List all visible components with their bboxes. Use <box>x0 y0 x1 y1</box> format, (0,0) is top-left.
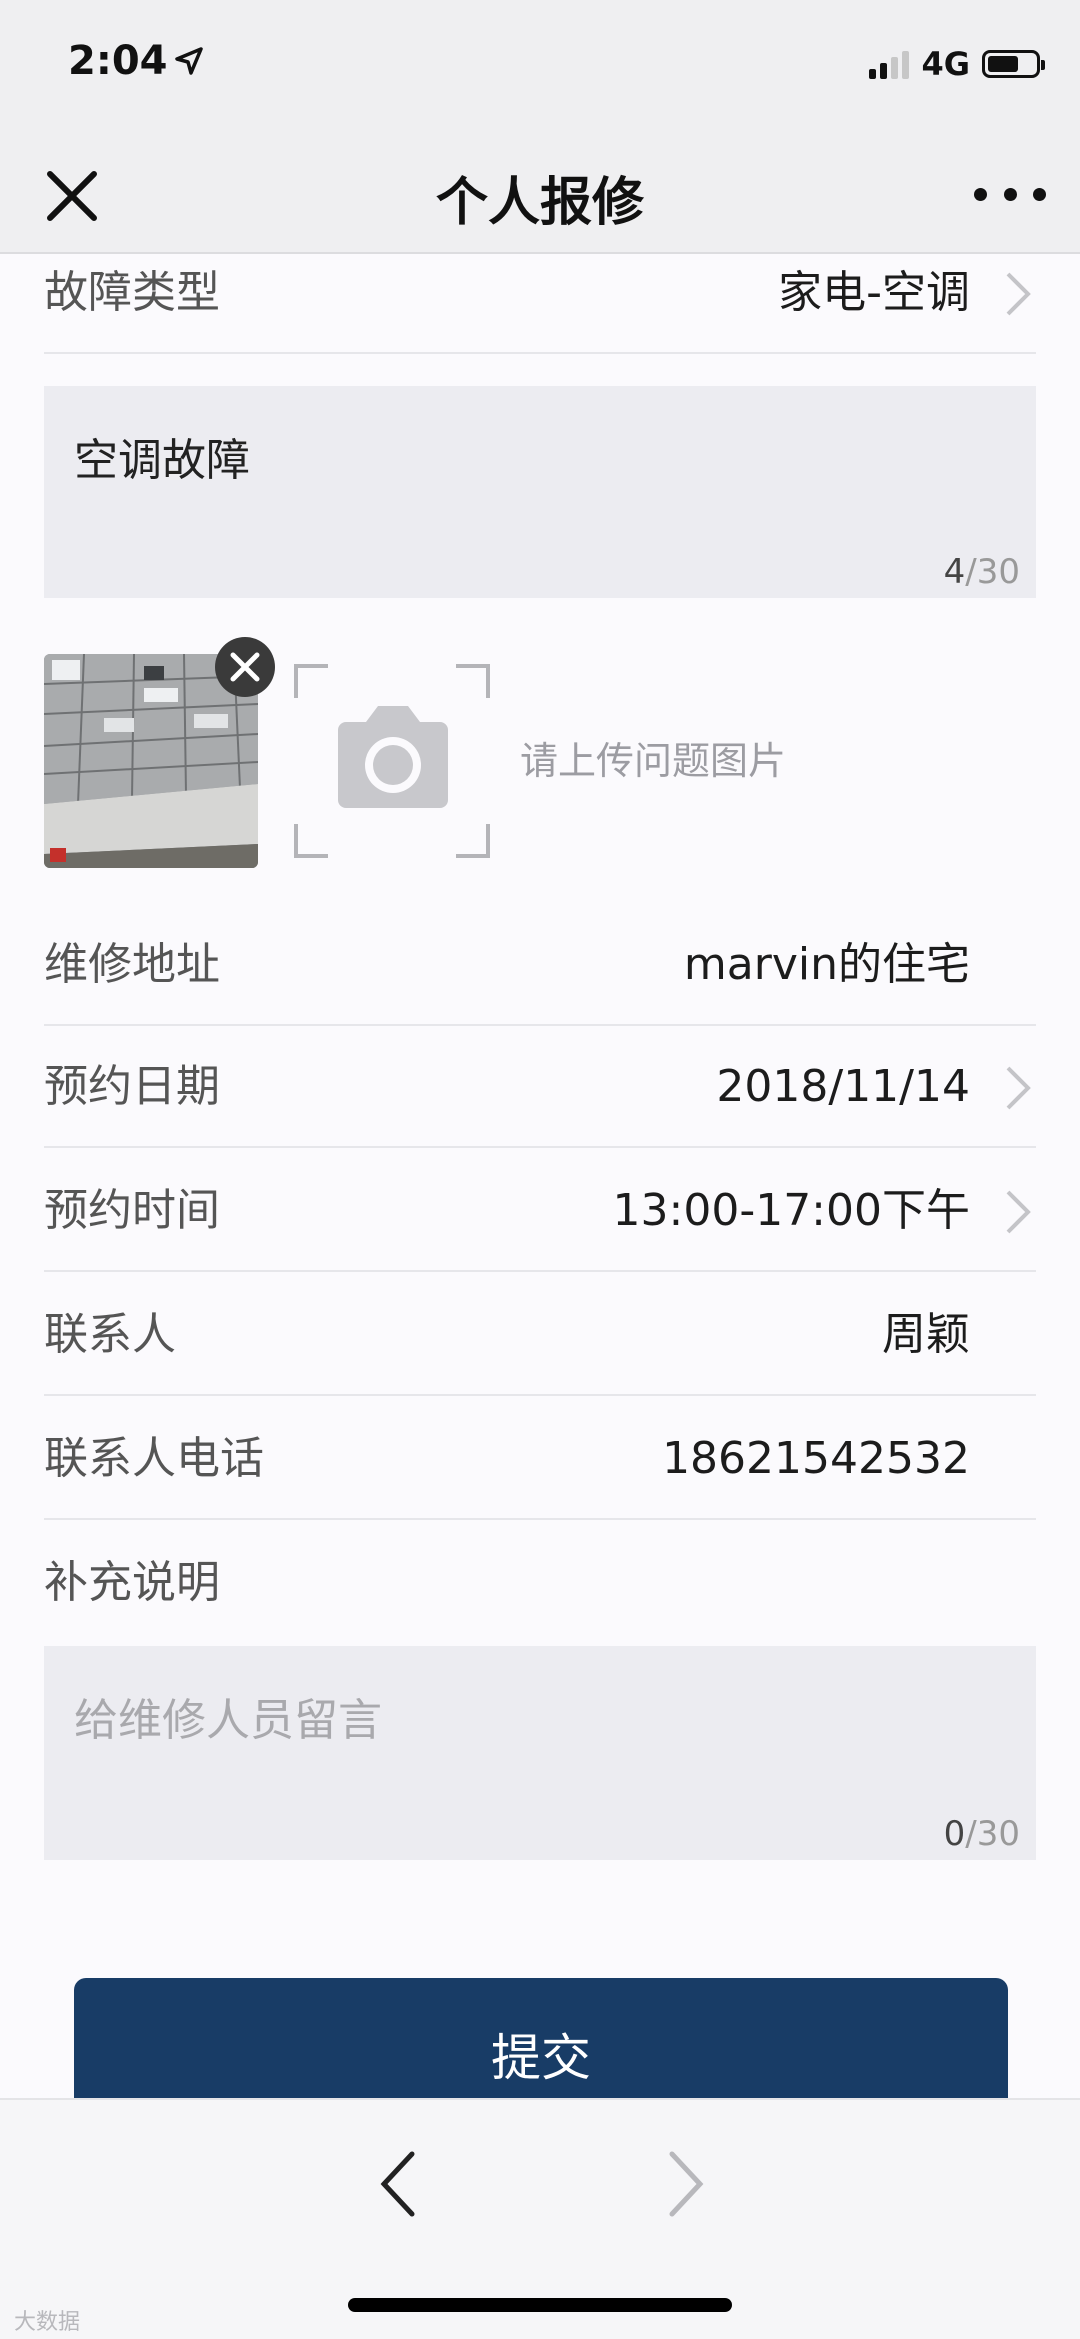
status-bar: 2:04 4G <box>0 0 1080 130</box>
contact-label: 联系人 <box>44 1309 176 1360</box>
status-time: 2:04 <box>68 38 168 84</box>
chevron-right-icon <box>1006 1066 1031 1110</box>
contact-value: 周颖 <box>882 1309 970 1360</box>
location-arrow-icon <box>175 47 203 75</box>
chevron-right-icon <box>1006 272 1031 316</box>
address-value: marvin的住宅 <box>683 939 970 990</box>
notes-label: 补充说明 <box>44 1557 220 1608</box>
address-label: 维修地址 <box>44 939 220 990</box>
description-text: 空调故障 <box>74 435 250 486</box>
date-label: 预约日期 <box>44 1061 220 1112</box>
contact-row[interactable]: 联系人 周颖 <box>44 1274 1036 1396</box>
page-title: 个人报修 <box>435 173 644 233</box>
phone-value: 18621542532 <box>662 1433 970 1484</box>
battery-icon <box>982 50 1045 78</box>
back-arrow-icon[interactable] <box>376 2148 420 2220</box>
status-indicators: 4G <box>869 44 1045 84</box>
description-textarea[interactable]: 空调故障 4/30 <box>44 386 1036 598</box>
phone-row[interactable]: 联系人电话 18621542532 <box>44 1398 1036 1520</box>
network-label: 4G <box>921 45 970 83</box>
description-counter: 4/30 <box>943 552 1020 592</box>
upload-hint: 请上传问题图片 <box>520 739 787 783</box>
time-label: 预约时间 <box>44 1185 220 1236</box>
notes-row: 补充说明 <box>44 1522 1036 1644</box>
notes-counter: 0/30 <box>943 1814 1020 1854</box>
phone-label: 联系人电话 <box>44 1433 264 1484</box>
forward-arrow-icon[interactable] <box>664 2148 708 2220</box>
date-row[interactable]: 预约日期 2018/11/14 <box>44 1026 1036 1148</box>
fault-type-value: 家电-空调 <box>778 267 970 318</box>
more-icon[interactable] <box>974 174 1046 214</box>
camera-icon[interactable] <box>294 664 490 858</box>
notes-textarea[interactable]: 给维修人员留言 0/30 <box>44 1646 1036 1860</box>
browser-toolbar: 大数据 <box>0 2098 1080 2339</box>
fault-type-row[interactable]: 故障类型 家电-空调 <box>44 232 1036 354</box>
remove-photo-icon[interactable] <box>214 636 276 698</box>
time-row[interactable]: 预约时间 13:00-17:00下午 <box>44 1150 1036 1272</box>
chevron-right-icon <box>1006 1190 1031 1234</box>
time-value: 13:00-17:00下午 <box>612 1185 970 1236</box>
date-value: 2018/11/14 <box>716 1061 970 1112</box>
home-indicator[interactable] <box>348 2298 732 2312</box>
address-row[interactable]: 维修地址 marvin的住宅 <box>44 904 1036 1026</box>
notes-placeholder: 给维修人员留言 <box>74 1695 382 1746</box>
watermark: 大数据 <box>14 2310 81 2335</box>
fault-type-label: 故障类型 <box>44 267 220 318</box>
signal-bars-icon <box>869 49 910 79</box>
close-icon[interactable] <box>40 164 104 228</box>
